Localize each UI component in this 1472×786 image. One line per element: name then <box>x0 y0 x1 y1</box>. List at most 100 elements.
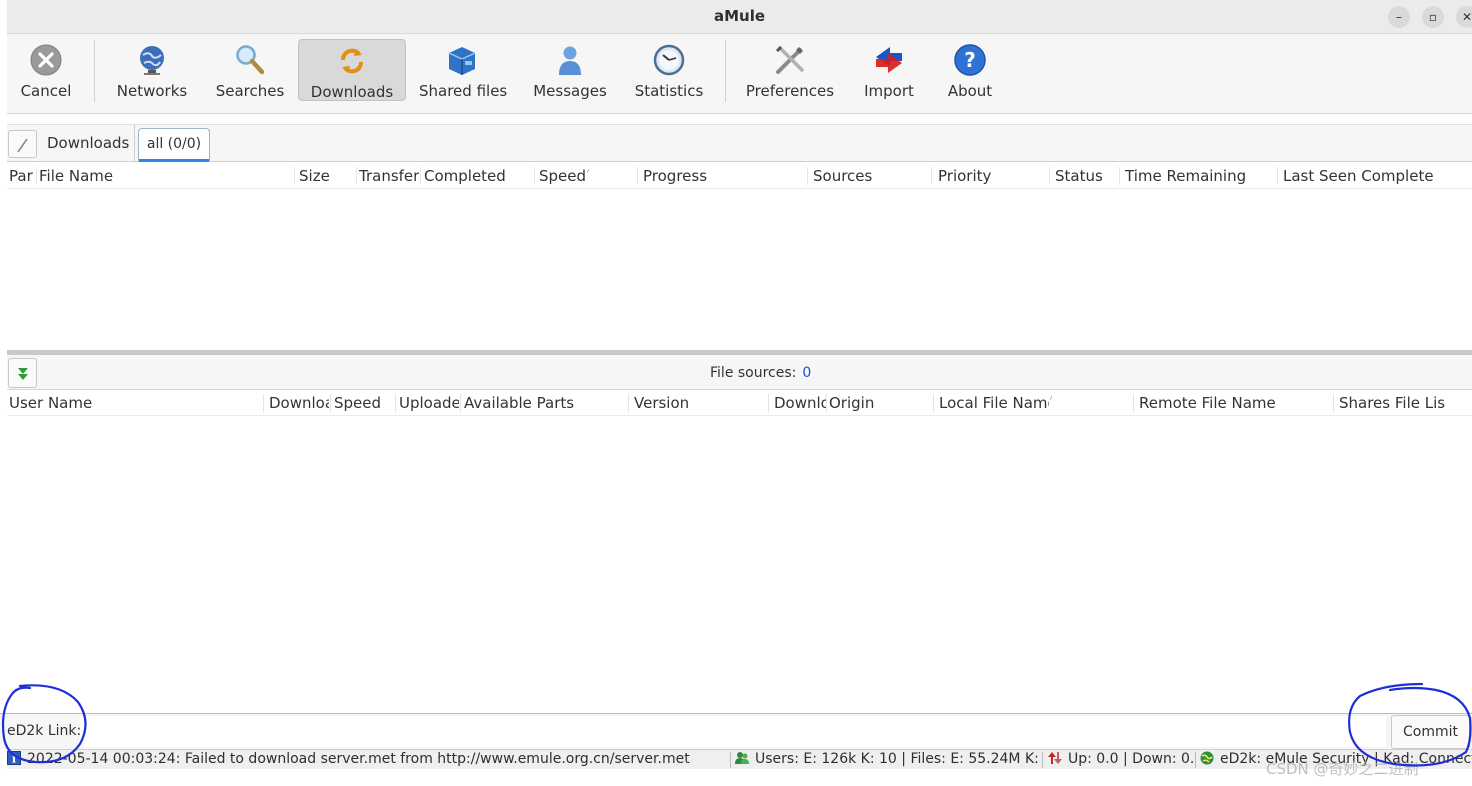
column-separator <box>1277 167 1278 185</box>
maximize-button[interactable]: ▫ <box>1422 6 1444 28</box>
toggle-sources-button[interactable] <box>8 358 37 388</box>
column-header-user-name[interactable]: User Name <box>9 394 259 412</box>
status-transfer-text: Up: 0.0 | Down: 0.0 <box>1068 751 1194 767</box>
statistics-button[interactable]: Statistics <box>629 39 709 101</box>
desktop-background <box>0 770 1472 786</box>
tab-all[interactable]: all (0/0) <box>138 128 210 162</box>
users-icon <box>735 752 749 764</box>
category-label: Downloads <box>47 134 130 152</box>
column-header-origin[interactable]: Origin <box>829 394 929 412</box>
status-users: Users: E: 126k K: 10 | Files: E: 55.24M … <box>735 750 1040 769</box>
cancel-button[interactable]: Cancel <box>16 39 76 101</box>
downloads-icon <box>341 48 363 74</box>
column-separator <box>1049 167 1050 185</box>
title-bar: aMule – ▫ ✕ <box>7 0 1472 34</box>
statistics-icon <box>653 44 685 76</box>
column-header-download-status[interactable]: Downlo <box>774 394 826 412</box>
column-separator <box>807 167 808 185</box>
watermark: CSDN @奇妙之二进制 <box>1266 760 1419 778</box>
sort-indicator-icon: ⁄ <box>1050 392 1052 405</box>
svg-text:?: ? <box>964 48 976 72</box>
pencil-icon <box>17 138 28 153</box>
column-header-status[interactable]: Status <box>1055 167 1115 185</box>
preferences-icon <box>775 45 804 74</box>
column-header-remote-file-name[interactable]: Remote File Name <box>1139 394 1329 412</box>
file-sources-count: 0 <box>802 365 812 381</box>
column-header-progress[interactable]: Progress <box>643 167 803 185</box>
column-header-sources[interactable]: Sources <box>813 167 923 185</box>
column-separator <box>1333 394 1334 412</box>
toolbar-separator <box>94 40 95 102</box>
commit-button[interactable]: Commit <box>1391 715 1470 749</box>
column-header-available-parts[interactable]: Available Parts <box>464 394 624 412</box>
category-bar: Downloads all (0/0) <box>7 124 1472 162</box>
column-header-priority[interactable]: Priority <box>938 167 1048 185</box>
column-header-version[interactable]: Version <box>634 394 764 412</box>
column-separator <box>395 394 396 412</box>
column-header-transferred[interactable]: Transferi <box>359 167 419 185</box>
status-separator <box>1195 752 1196 768</box>
divider <box>134 125 135 162</box>
close-window-button[interactable]: ✕ <box>1456 6 1472 28</box>
magnifier-icon <box>236 45 265 75</box>
downloads-button[interactable]: Downloads <box>298 39 406 101</box>
cancel-icon <box>30 44 62 76</box>
status-transfer: Up: 0.0 | Down: 0.0 <box>1048 750 1194 769</box>
status-log[interactable]: i 2022-05-14 00:03:24: Failed to download… <box>7 750 729 769</box>
downloads-table-header: Par File Name Size Transferi Completed S… <box>7 163 1472 189</box>
downloads-list[interactable] <box>7 189 1472 350</box>
column-separator <box>1119 167 1120 185</box>
column-header-par[interactable]: Par <box>9 167 35 185</box>
column-separator <box>933 394 934 412</box>
globe-icon <box>140 46 164 75</box>
column-header-uploaded[interactable]: Uploade <box>399 394 459 412</box>
main-toolbar: Cancel Networks Searches Downloads Share… <box>7 34 1472 114</box>
column-header-size[interactable]: Size <box>299 167 355 185</box>
column-separator <box>263 394 264 412</box>
file-sources-label: File sources: 0 <box>710 365 811 381</box>
shared-files-button[interactable]: Shared files <box>419 39 507 101</box>
tab-all-label: all (0/0) <box>146 136 202 152</box>
searches-button[interactable]: Searches <box>210 39 290 101</box>
status-separator <box>1042 752 1043 768</box>
column-header-last-seen-complete[interactable]: Last Seen Complete <box>1283 167 1469 185</box>
column-separator <box>294 167 295 185</box>
column-header-speed[interactable]: Speed <box>334 394 394 412</box>
ed2k-link-bar: eD2k Link: Commit <box>0 713 1472 749</box>
import-button[interactable]: Import <box>859 39 919 101</box>
svg-text:i: i <box>12 753 16 766</box>
minimize-button[interactable]: – <box>1388 6 1410 28</box>
import-icon <box>876 47 902 73</box>
column-separator <box>826 394 827 412</box>
column-separator <box>534 167 535 185</box>
about-button[interactable]: ? About <box>943 39 997 101</box>
column-separator <box>420 167 421 185</box>
up-down-arrows-icon <box>1048 752 1062 764</box>
column-header-local-file-name[interactable]: Local File Name <box>939 394 1049 412</box>
column-separator <box>330 394 331 412</box>
sort-indicator-icon: ⁄ <box>587 165 589 178</box>
sources-list[interactable] <box>7 416 1472 712</box>
tab-active-indicator <box>139 159 209 162</box>
column-header-shares-file-list[interactable]: Shares File Lis <box>1339 394 1467 412</box>
column-separator <box>931 167 932 185</box>
column-header-time-remaining[interactable]: Time Remaining <box>1125 167 1275 185</box>
column-separator <box>356 167 357 185</box>
column-separator <box>36 167 37 185</box>
column-header-speed[interactable]: Speed <box>539 167 587 185</box>
file-sources-text: File sources: <box>710 365 797 381</box>
ed2k-link-label: eD2k Link: <box>7 723 82 739</box>
networks-button[interactable]: Networks <box>112 39 192 101</box>
connection-globe-icon <box>1200 751 1214 765</box>
ed2k-link-input[interactable] <box>80 716 1386 747</box>
messages-button[interactable]: Messages <box>531 39 609 101</box>
column-separator <box>460 394 461 412</box>
info-icon: i <box>7 751 21 765</box>
sources-table-header: User Name Downloa Speed Uploade Availabl… <box>7 390 1472 416</box>
column-header-file-name[interactable]: File Name <box>39 167 289 185</box>
status-bar: i 2022-05-14 00:03:24: Failed to download… <box>7 749 1472 769</box>
edit-category-button[interactable] <box>8 130 37 158</box>
preferences-button[interactable]: Preferences <box>743 39 837 101</box>
column-header-completed[interactable]: Completed <box>424 167 529 185</box>
column-header-downloaded[interactable]: Downloa <box>269 394 329 412</box>
